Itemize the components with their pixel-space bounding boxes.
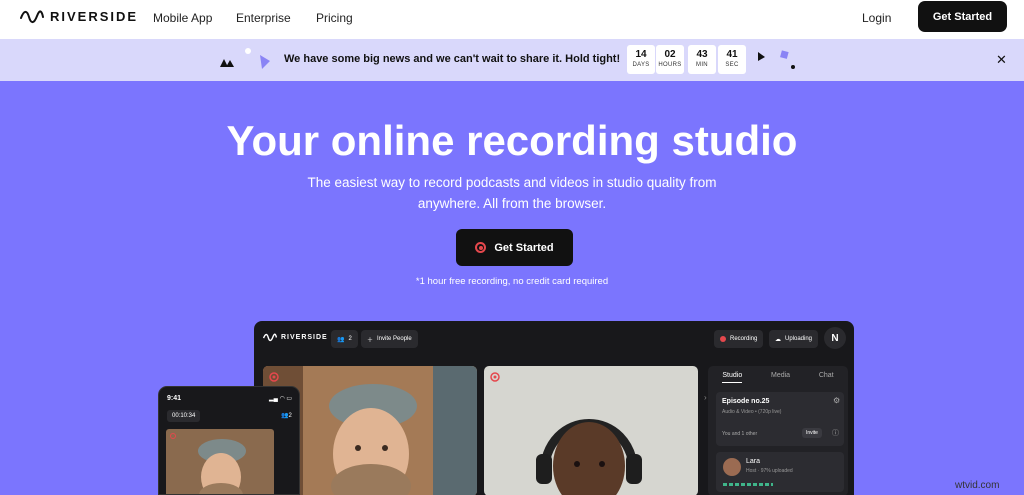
nav-link-pricing[interactable]: Pricing [316,11,353,25]
get-started-hero-button[interactable]: Get Started [456,229,573,266]
guest-card: Lara Host · 97% uploaded [716,452,844,492]
announcement-banner: We have some big news and we can't wait … [0,39,1024,81]
avatar[interactable]: N [824,327,846,349]
recording-button[interactable]: Recording [714,330,764,348]
video-tile-guest [484,366,698,495]
guest-avatar [723,458,741,476]
close-icon[interactable]: ✕ [996,52,1007,68]
guest-name: Lara [746,458,761,465]
countdown-minutes: 43 MIN [688,45,716,74]
mobile-app-preview: 9:41 ▂▄ ◠ ▭ 00:10:34 👥2 [158,386,300,495]
logo-text: RIVERSIDE [50,9,139,24]
uploading-label: Uploading [785,336,813,342]
studio-app-preview: RIVERSIDE 👥 2 ＋ Invite People Recording ☁ U… [254,321,854,495]
studio-logo-text: RIVERSIDE [281,334,328,341]
banner-message: We have some big news and we can't wait … [284,53,621,65]
guest-video-icon [484,366,698,495]
info-icon[interactable]: ⓘ [832,428,839,438]
countdown-seconds: 41 SEC [718,45,746,74]
phone-timer: 00:10:34 [167,410,201,422]
nav-link-mobile-app[interactable]: Mobile App [153,11,212,25]
invite-small-button[interactable]: Invite [802,428,822,438]
add-user-icon: ＋ [367,337,374,344]
get-started-nav-button[interactable]: Get Started [918,1,1007,32]
record-dot-icon [720,336,726,342]
tab-studio[interactable]: Studio [722,372,743,383]
decorative-shapes-right-icon [758,50,795,69]
countdown-days: 14 DAYS [627,45,655,74]
collapse-chevron-icon[interactable]: › [704,393,707,402]
episode-title: Episode no.25 [722,398,770,405]
participants-pill[interactable]: 👥 2 [331,330,358,348]
hero-note: *1 hour free recording, no credit card r… [415,276,609,287]
phone-time: 9:41 [167,395,182,402]
guest-status: Host · 97% uploaded [746,468,793,474]
invite-label: Invite People [377,336,412,342]
signal-wifi-battery-icon: ▂▄ ◠ ▭ [269,396,293,402]
episode-subtitle: Audio & Video • (720p live) [722,409,782,415]
participants-count: 2 [348,336,352,342]
wave-logo-icon [20,9,44,23]
side-tabs: Studio Media Chat [708,372,848,383]
hero-subtitle: The easiest way to record podcasts and v… [307,175,717,211]
studio-toolbar: RIVERSIDE 👥 2 ＋ Invite People Recording ☁ U… [254,321,854,357]
decorative-shapes-icon [220,48,270,69]
tab-media[interactable]: Media [771,372,790,383]
wave-logo-icon [263,333,277,342]
phone-participants-count: 2 [288,413,292,419]
uploading-button[interactable]: ☁ Uploading [769,330,819,348]
countdown-hours: 02 HOURS [656,45,684,74]
watermark: wtvid.com [955,480,1000,491]
audio-level-meter [723,483,773,486]
riverside-logo[interactable]: RIVERSIDE [20,9,138,24]
phone-video-tile [166,429,274,494]
you-and-others: You and 1 other [722,431,758,437]
phone-participants: 👥2 [281,412,292,419]
hero-cta-label: Get Started [494,241,554,254]
tab-chat[interactable]: Chat [819,372,834,383]
people-icon: 👥 [337,336,345,343]
cloud-upload-icon: ☁ [775,336,781,343]
record-icon [475,242,487,253]
recording-label: Recording [730,336,758,342]
gear-icon[interactable]: ⚙ [833,396,840,405]
episode-card: Episode no.25 Audio & Video • (720p live… [716,392,844,446]
studio-side-panel: Studio Media Chat Episode no.25 Audio & … [708,366,848,495]
nav-link-enterprise[interactable]: Enterprise [236,11,291,25]
studio-logo: RIVERSIDE [263,333,328,342]
top-navbar: RIVERSIDE Mobile App Enterprise Pricing … [0,0,1024,39]
invite-people-button[interactable]: ＋ Invite People [361,330,418,348]
login-link[interactable]: Login [862,11,891,25]
hero-title: Your online recording studio [226,117,798,164]
phone-video-icon [166,429,274,494]
